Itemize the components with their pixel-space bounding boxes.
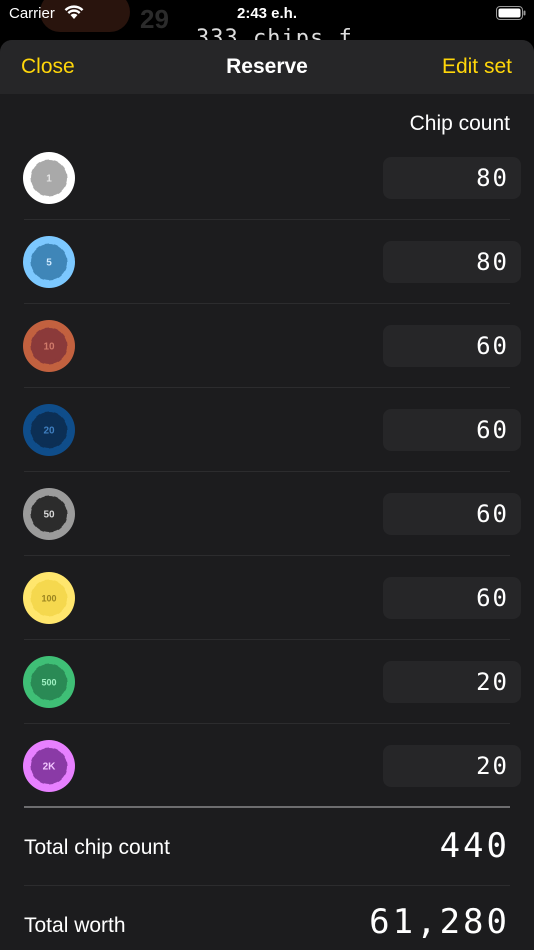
chip-row: 500 20 <box>0 640 534 724</box>
total-chip-count-value: 440 <box>439 826 510 866</box>
chip-count-field[interactable]: 20 <box>383 661 521 703</box>
chip-count-field[interactable]: 20 <box>383 745 521 787</box>
chip-row: 50 60 <box>0 472 534 556</box>
reserve-sheet: Close Reserve Edit set Chip count 1 80 5 80… <box>0 40 534 950</box>
poker-chip-icon: 1 <box>23 152 75 204</box>
poker-chip-icon: 2K <box>23 740 75 792</box>
edit-set-button[interactable]: Edit set <box>442 55 512 79</box>
chip-denomination: 2K <box>43 762 57 773</box>
chip-denomination: 5 <box>46 258 52 269</box>
total-chip-count-label: Total chip count <box>24 836 170 859</box>
chip-denomination: 500 <box>41 678 56 688</box>
chip-count-field[interactable]: 60 <box>383 409 521 451</box>
total-worth-row: Total worth 61,280 <box>0 890 534 950</box>
navigation-bar: Close Reserve Edit set <box>0 40 534 94</box>
chip-count-field[interactable]: 60 <box>383 577 521 619</box>
chip-denomination: 50 <box>43 510 55 521</box>
status-bar: Carrier 2:43 e.h. <box>0 0 534 30</box>
battery-icon <box>496 6 526 20</box>
chip-row: 100 60 <box>0 556 534 640</box>
chip-row: 10 60 <box>0 304 534 388</box>
chip-row: 20 60 <box>0 388 534 472</box>
poker-chip-icon: 100 <box>23 572 75 624</box>
chip-row: 2K 20 <box>0 724 534 808</box>
poker-chip-icon: 500 <box>23 656 75 708</box>
chip-denomination: 20 <box>43 426 55 437</box>
total-worth-label: Total worth <box>24 914 126 937</box>
total-worth-value: 61,280 <box>369 902 510 942</box>
chip-count-field[interactable]: 80 <box>383 241 521 283</box>
chip-list: 1 80 5 80 10 60 20 60 50 60 100 60 500 20 2K 20 <box>0 136 534 808</box>
poker-chip-icon: 50 <box>23 488 75 540</box>
chip-denomination: 1 <box>46 174 52 185</box>
chip-row: 5 80 <box>0 220 534 304</box>
chip-denomination: 100 <box>41 594 56 604</box>
clock: 2:43 e.h. <box>236 5 298 22</box>
poker-chip-icon: 10 <box>23 320 75 372</box>
totals-divider <box>24 806 510 808</box>
total-chip-count-row: Total chip count 440 <box>0 810 534 888</box>
chip-count-field[interactable]: 60 <box>383 325 521 367</box>
chip-count-column-header: Chip count <box>409 112 510 135</box>
chip-denomination: 10 <box>43 342 55 353</box>
chip-count-field[interactable]: 60 <box>383 493 521 535</box>
poker-chip-icon: 5 <box>23 236 75 288</box>
chip-row: 1 80 <box>0 136 534 220</box>
totals-separator <box>24 885 510 886</box>
chip-count-field[interactable]: 80 <box>383 157 521 199</box>
poker-chip-icon: 20 <box>23 404 75 456</box>
